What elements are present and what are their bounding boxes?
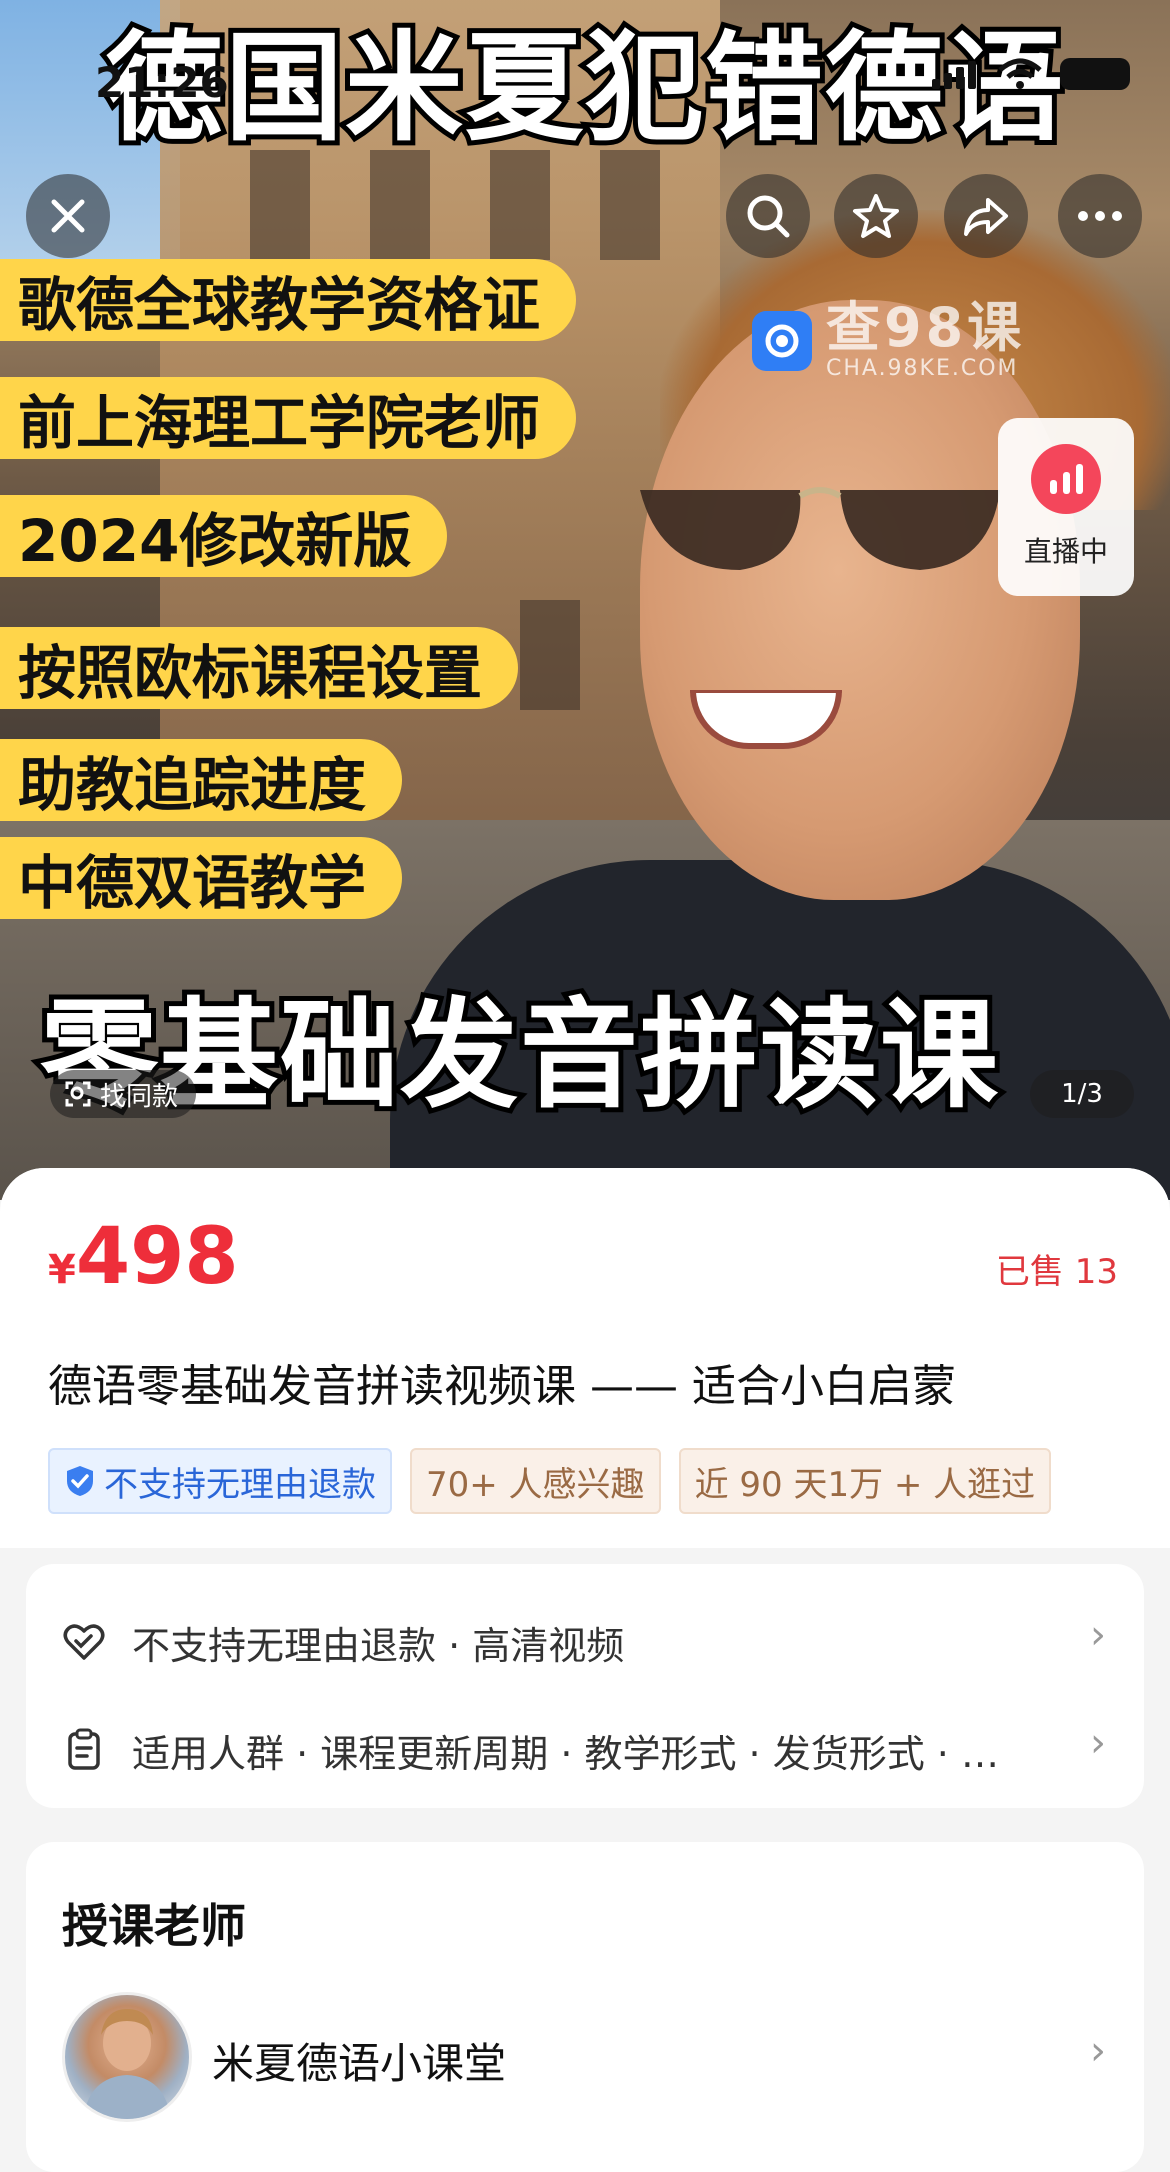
sold-count: 已售 13 <box>995 1252 1118 1292</box>
product-title: 德语零基础发音拼读视频课 —— 适合小白启蒙 <box>48 1361 956 1412</box>
sunglasses <box>640 487 1000 570</box>
refund-policy-badge: 不支持无理由退款 <box>48 1448 392 1514</box>
teacher-card: 授课老师 米夏德语小课堂 › <box>26 1842 1144 2172</box>
person-face <box>640 300 1080 900</box>
promo-tag: 按照欧标课程设置 <box>0 627 519 709</box>
service-row[interactable]: 不支持无理由退款 · 高清视频 <box>62 1612 624 1672</box>
close-icon <box>51 199 85 233</box>
live-label: 直播中 <box>1023 535 1108 568</box>
promo-tag: 助教追踪进度 <box>0 739 403 821</box>
window <box>250 150 310 260</box>
window <box>600 150 660 260</box>
find-same-label: 找同款 <box>100 1081 179 1112</box>
window <box>490 150 550 260</box>
teacher-name[interactable]: 米夏德语小课堂 <box>212 2030 506 2091</box>
watermark-subtext: CHA.98KE.COM <box>826 356 1019 381</box>
teacher-avatar[interactable] <box>62 1992 192 2122</box>
share-icon <box>964 198 1008 236</box>
service-row-text: 不支持无理由退款 · 高清视频 <box>132 1623 625 1668</box>
status-time: 21:26 <box>95 58 229 107</box>
price: ¥498 <box>48 1212 239 1302</box>
promo-tag: 2024修改新版 <box>0 495 448 577</box>
favorite-button[interactable] <box>834 174 918 258</box>
window <box>370 150 430 260</box>
chevron-right-icon: › <box>1090 1720 1106 1766</box>
promo-tag: 中德双语教学 <box>0 837 403 919</box>
badge-row: 不支持无理由退款 70+ 人感兴趣 近 90 天1万 + 人逛过 <box>48 1448 1052 1514</box>
battery-icon <box>1060 58 1130 90</box>
signal-icon <box>932 59 980 89</box>
service-info-card: 不支持无理由退款 · 高清视频 › 适用人群 · 课程更新周期 · 教学形式 ·… <box>26 1564 1144 1808</box>
wifi-icon <box>998 58 1042 89</box>
image-subtitle-text: 零基础发音拼读课 <box>35 985 1003 1125</box>
window <box>520 600 580 710</box>
page-indicator: 1/3 <box>1030 1070 1134 1118</box>
more-icon <box>1078 211 1122 221</box>
product-image-carousel[interactable]: 21:26 德国米夏犯错德语 歌德全球教学资格证 前上海理工学院老师 2024修… <box>0 0 1170 1200</box>
search-icon <box>747 195 790 238</box>
watermark-logo-icon <box>752 310 812 371</box>
close-button[interactable] <box>26 174 110 258</box>
live-bars-icon <box>1031 444 1101 514</box>
clipboard-icon <box>68 1728 100 1770</box>
refund-policy-text: 不支持无理由退款 <box>104 1464 376 1505</box>
chevron-right-icon: › <box>1090 1612 1106 1658</box>
interest-badge: 70+ 人感兴趣 <box>410 1448 661 1514</box>
promo-tag: 前上海理工学院老师 <box>0 377 577 459</box>
search-button[interactable] <box>726 174 810 258</box>
live-stream-button[interactable]: 直播中 <box>998 418 1134 596</box>
price-value: 498 <box>75 1212 239 1302</box>
shield-check-icon <box>67 1466 93 1496</box>
scan-icon <box>65 1081 91 1107</box>
status-icons <box>932 58 1130 90</box>
promo-tag: 歌德全球教学资格证 <box>0 259 577 341</box>
watermark-text: 查98课 <box>826 296 1026 359</box>
heart-shield-icon <box>63 1624 105 1660</box>
params-row[interactable]: 适用人群 · 课程更新周期 · 教学形式 · 发货形式 · … <box>62 1720 999 1780</box>
more-button[interactable] <box>1058 174 1142 258</box>
currency-symbol: ¥ <box>48 1247 76 1293</box>
product-detail-sheet: ¥498 已售 13 德语零基础发音拼读视频课 —— 适合小白启蒙 不支持无理由… <box>0 1168 1170 2172</box>
teacher-section-title: 授课老师 <box>62 1899 246 1953</box>
visits-badge: 近 90 天1万 + 人逛过 <box>678 1448 1052 1514</box>
product-summary: ¥498 已售 13 德语零基础发音拼读视频课 —— 适合小白启蒙 不支持无理由… <box>0 1168 1170 1548</box>
share-button[interactable] <box>944 174 1028 258</box>
find-same-button[interactable]: 找同款 <box>50 1070 197 1118</box>
params-row-text: 适用人群 · 课程更新周期 · 教学形式 · 发货形式 · … <box>132 1731 999 1776</box>
watermark: 查98课 CHA.98KE.COM <box>752 300 1025 381</box>
star-icon <box>853 194 899 238</box>
chevron-right-icon: › <box>1090 2028 1106 2074</box>
